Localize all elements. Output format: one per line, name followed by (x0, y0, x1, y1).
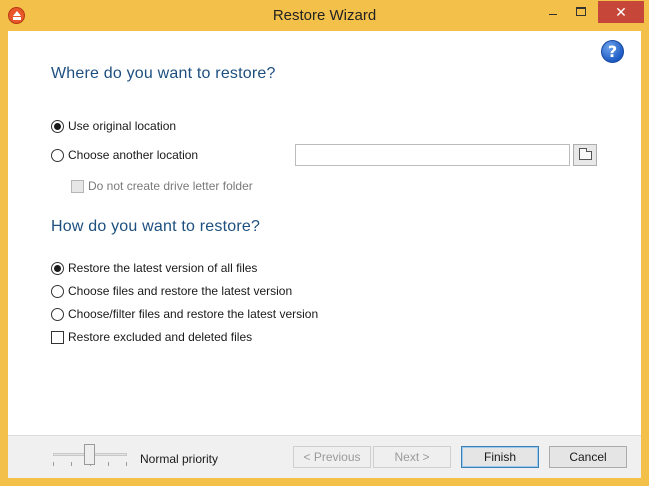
checkbox[interactable] (51, 330, 64, 344)
slider-tick (108, 462, 109, 466)
title-bar[interactable]: Restore Wizard ✕ (0, 0, 649, 31)
restore-wizard-window: Restore Wizard ✕ ? Where do you want to … (0, 0, 649, 486)
radio-choose-filter-files[interactable]: Choose/filter files and restore the late… (51, 306, 318, 322)
radio-label: Choose/filter files and restore the late… (68, 307, 319, 321)
radio-restore-latest-all[interactable]: Restore the latest version of all files (51, 260, 257, 276)
radio-label: Choose files and restore the latest vers… (68, 284, 293, 298)
checkbox-no-drive-letter[interactable]: Do not create drive letter folder (71, 178, 253, 194)
radio-choose-files[interactable]: Choose files and restore the latest vers… (51, 283, 292, 299)
browse-folder-button[interactable] (573, 144, 597, 166)
priority-slider-thumb[interactable] (84, 444, 95, 465)
radio-button[interactable] (51, 307, 64, 321)
radio-another-location[interactable]: Choose another location (51, 147, 198, 163)
wizard-content: ? Where do you want to restore? Use orig… (8, 31, 641, 478)
radio-button[interactable] (51, 284, 64, 298)
next-button[interactable]: Next > (373, 446, 451, 468)
slider-tick (53, 462, 54, 466)
radio-original-location[interactable]: Use original location (51, 118, 176, 134)
close-icon: ✕ (615, 4, 627, 20)
method-heading: How do you want to restore? (51, 218, 261, 235)
slider-tick (71, 462, 72, 466)
radio-label: Use original location (68, 119, 177, 133)
slider-tick (126, 462, 127, 466)
folder-icon (579, 148, 592, 160)
location-path-input[interactable] (295, 144, 570, 166)
radio-button[interactable] (51, 148, 64, 162)
radio-button[interactable] (51, 261, 64, 275)
maximize-icon (576, 7, 586, 16)
checkbox[interactable] (71, 179, 84, 193)
location-heading: Where do you want to restore? (51, 65, 276, 82)
cancel-button[interactable]: Cancel (549, 446, 627, 468)
radio-label: Restore the latest version of all files (68, 261, 258, 275)
wizard-footer: Normal priority < Previous Next > Finish… (8, 435, 641, 478)
minimize-icon (549, 14, 557, 15)
close-button[interactable]: ✕ (598, 1, 644, 23)
checkbox-label: Do not create drive letter folder (88, 179, 253, 193)
checkbox-restore-excluded[interactable]: Restore excluded and deleted files (51, 329, 252, 345)
maximize-button[interactable] (568, 1, 594, 23)
radio-label: Choose another location (68, 148, 199, 162)
help-icon[interactable]: ? (601, 40, 624, 63)
finish-button[interactable]: Finish (461, 446, 539, 468)
minimize-button[interactable] (540, 1, 566, 23)
previous-button[interactable]: < Previous (293, 446, 371, 468)
priority-label: Normal priority (140, 452, 219, 466)
checkbox-label: Restore excluded and deleted files (68, 330, 253, 344)
radio-button[interactable] (51, 119, 64, 133)
